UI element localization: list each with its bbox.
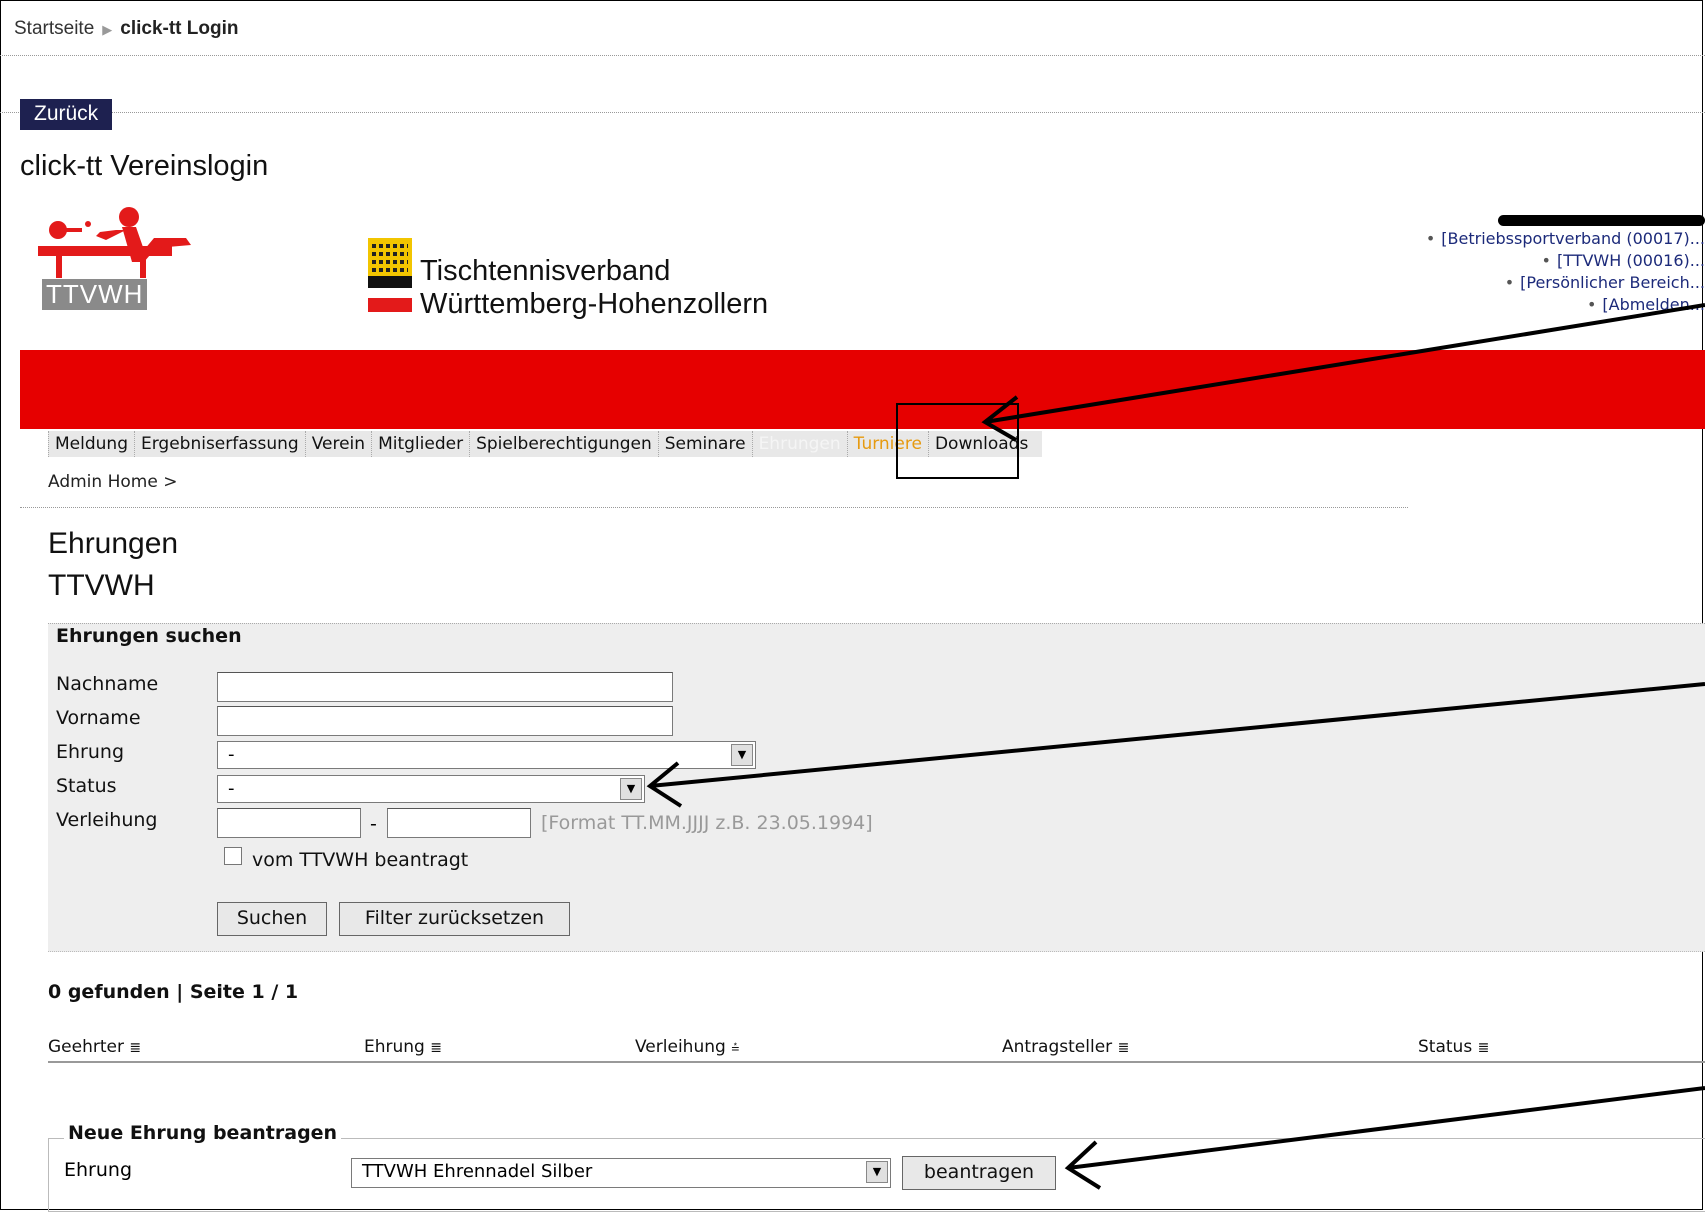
annotation-arrow <box>981 303 1705 442</box>
annotation-arrow <box>1064 1086 1705 1190</box>
annotation-arrow <box>646 682 1705 808</box>
annotation-overlay <box>646 303 1705 1190</box>
annotation-box <box>896 403 1019 479</box>
